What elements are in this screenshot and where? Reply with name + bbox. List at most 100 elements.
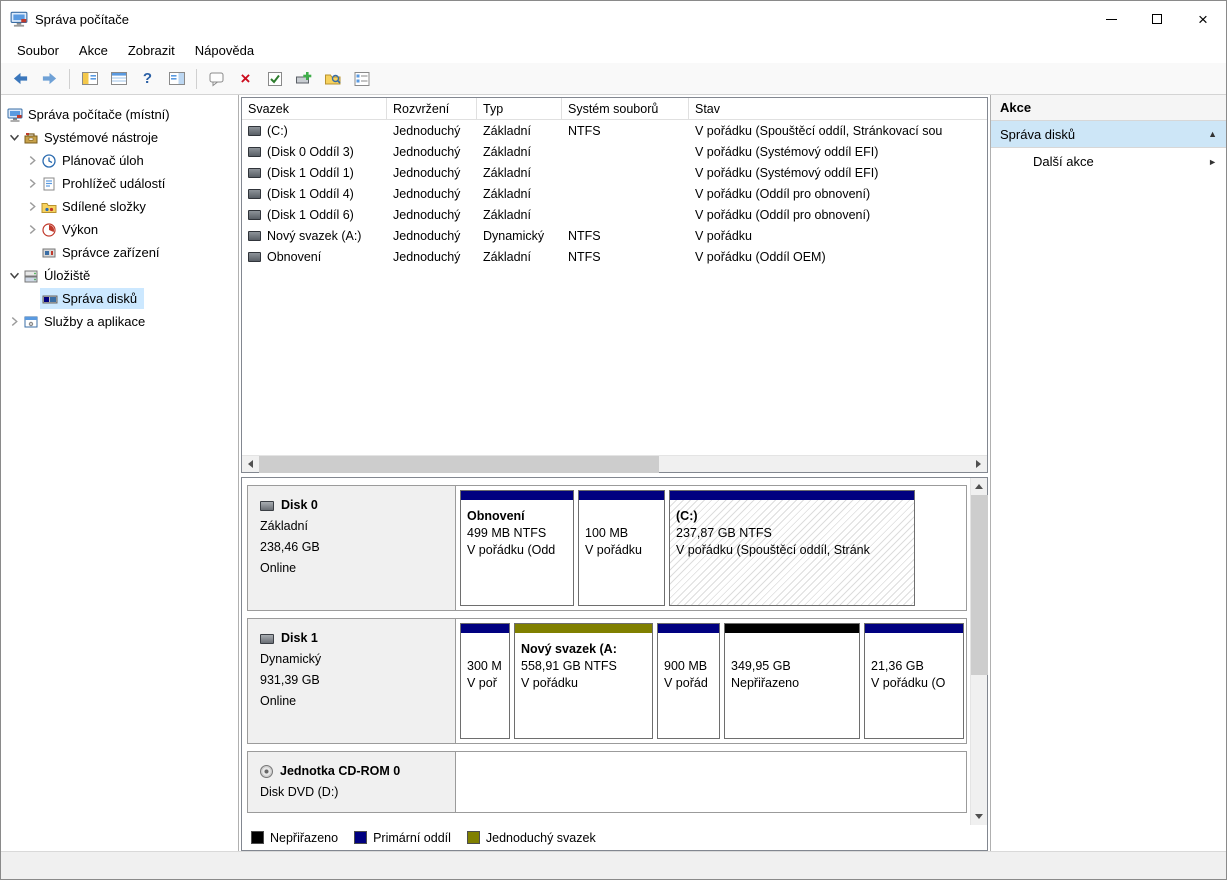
tree-item-device-manager[interactable]: Správce zařízení (1, 241, 238, 264)
volume-row[interactable]: Nový svazek (A:) Jednoduchý Dynamický NT… (242, 225, 987, 246)
collapse-arrow-icon[interactable]: ▲ (1208, 129, 1217, 139)
partition-900mb[interactable]: 900 MB V pořád (657, 623, 720, 739)
tree-item-event-viewer[interactable]: Prohlížeč událostí (1, 172, 238, 195)
delete-volume-button[interactable]: × (232, 66, 259, 92)
partition-efi[interactable]: 100 MB V pořádku (578, 490, 665, 606)
volume-row[interactable]: (C:) Jednoduchý Základní NTFS V pořádku … (242, 120, 987, 141)
export-list-button[interactable] (105, 66, 132, 92)
column-header-layout[interactable]: Rozvržení (387, 98, 477, 119)
legend-item-primary-partition: Primární oddíl (354, 831, 451, 845)
cdrom-info[interactable]: Jednotka CD-ROM 0 Disk DVD (D:) (248, 752, 456, 812)
partition-unallocated[interactable]: 349,95 GB Nepřiřazeno (724, 623, 860, 739)
partition-title: Nový svazek (A: (521, 642, 617, 656)
more-actions-item[interactable]: Další akce ► (991, 148, 1226, 175)
scroll-down-button[interactable] (971, 808, 988, 825)
tree-item-services-apps[interactable]: Služby a aplikace (1, 310, 238, 333)
volume-row[interactable]: Obnovení Jednoduchý Základní NTFS V pořá… (242, 246, 987, 267)
tree-item-task-scheduler[interactable]: Plánovač úloh (1, 149, 238, 172)
legend: Nepřiřazeno Primární oddíl Jednoduchý sv… (242, 825, 987, 850)
help-button[interactable]: ? (134, 66, 161, 92)
collapse-chevron-icon[interactable] (6, 130, 22, 146)
tree-item-computer-management[interactable]: Správa počítače (místní) (1, 103, 238, 126)
properties-button[interactable] (348, 66, 375, 92)
tree-label: Úložiště (44, 268, 91, 283)
partition-21gb[interactable]: 21,36 GB V pořádku (O (864, 623, 964, 739)
column-header-filesystem[interactable]: Systém souborů (562, 98, 689, 119)
show-action-pane-button[interactable] (163, 66, 190, 92)
volume-type: Základní (483, 123, 531, 138)
new-volume-button[interactable] (290, 66, 317, 92)
disk1-info[interactable]: Disk 1 Dynamický 931,39 GB Online (248, 619, 456, 743)
volume-name: (Disk 1 Oddíl 4) (267, 186, 354, 201)
legend-label: Nepřiřazeno (270, 830, 339, 845)
expand-chevron-icon[interactable] (24, 199, 40, 215)
storage-icon (22, 268, 39, 284)
expand-chevron-icon[interactable] (24, 176, 40, 192)
cdrom-partitions (456, 752, 966, 812)
speech-bubble-icon (209, 72, 223, 87)
forward-button[interactable] (36, 66, 63, 92)
tree-item-system-tools[interactable]: Systémové nástroje (1, 126, 238, 149)
disk0-partitions: Obnovení 499 MB NTFS V pořádku (Odd 100 … (456, 486, 966, 610)
menu-file[interactable]: Soubor (7, 39, 69, 62)
expand-chevron-icon[interactable] (24, 153, 40, 169)
scrollbar-thumb[interactable] (259, 455, 659, 473)
list-icon (110, 71, 127, 85)
maximize-button[interactable] (1134, 1, 1180, 37)
tree-item-shared-folders[interactable]: Sdílené složky (1, 195, 238, 218)
tree-item-storage[interactable]: Úložiště (1, 264, 238, 287)
explore-button[interactable] (319, 66, 346, 92)
volume-row[interactable]: (Disk 1 Oddíl 6) Jednoduchý Základní V p… (242, 204, 987, 225)
legend-item-simple-volume: Jednoduchý svazek (466, 830, 596, 845)
scroll-up-button[interactable] (971, 478, 988, 495)
scrollbar-thumb[interactable] (970, 495, 988, 675)
update-info-button[interactable] (203, 66, 230, 92)
disk0-info[interactable]: Disk 0 Základní 238,46 GB Online (248, 486, 456, 610)
mark-active-button[interactable] (261, 66, 288, 92)
volume-row[interactable]: (Disk 1 Oddíl 4) Jednoduchý Základní V p… (242, 183, 987, 204)
minimize-button[interactable] (1088, 1, 1134, 37)
actions-section-disk-management[interactable]: Správa disků ▲ (991, 121, 1226, 148)
legend-label: Jednoduchý svazek (485, 830, 596, 845)
tree-label: Sdílené složky (62, 199, 146, 214)
expand-chevron-icon[interactable] (6, 314, 22, 330)
partition-300mb[interactable]: 300 M V poř (460, 623, 510, 739)
expand-chevron-icon[interactable] (24, 222, 40, 238)
volume-status: V pořádku (695, 228, 752, 243)
collapse-chevron-icon[interactable] (6, 268, 22, 284)
tree-item-disk-management[interactable]: Správa disků (1, 287, 238, 310)
partition-obnoveni[interactable]: Obnovení 499 MB NTFS V pořádku (Odd (460, 490, 574, 606)
volume-filesystem: NTFS (568, 123, 601, 138)
toolbar-separator (196, 68, 197, 89)
horizontal-scrollbar[interactable] (242, 455, 987, 473)
tree-label: Prohlížeč událostí (62, 176, 166, 191)
column-header-type[interactable]: Typ (477, 98, 562, 119)
maximize-icon (1152, 14, 1162, 24)
disk-type: Základní (260, 519, 308, 533)
volume-row[interactable]: (Disk 0 Oddíl 3) Jednoduchý Základní V p… (242, 141, 987, 162)
menu-view[interactable]: Zobrazit (118, 39, 185, 62)
menu-help[interactable]: Nápověda (185, 39, 264, 62)
close-button[interactable]: × (1180, 1, 1226, 37)
checkbox-icon (267, 71, 282, 86)
scroll-right-button[interactable] (970, 456, 987, 473)
partition-color-band (461, 491, 573, 500)
partition-title: Obnovení (467, 509, 525, 523)
column-header-status[interactable]: Stav (689, 98, 987, 119)
partition-novy-svazek[interactable]: Nový svazek (A: 558,91 GB NTFS V pořádku (514, 623, 653, 739)
vertical-scrollbar[interactable] (970, 478, 988, 825)
partition-size: 100 MB (585, 526, 629, 540)
volume-row[interactable]: (Disk 1 Oddíl 1) Jednoduchý Základní V p… (242, 162, 987, 183)
show-console-tree-button[interactable] (76, 66, 103, 92)
column-header-volume[interactable]: Svazek (242, 98, 387, 119)
partition-c[interactable]: (C:) 237,87 GB NTFS V pořádku (Spouštěcí… (669, 490, 915, 606)
tree-label: Správa disků (62, 291, 138, 306)
disk-size: 238,46 GB (260, 540, 320, 554)
back-button[interactable] (7, 66, 34, 92)
scroll-left-button[interactable] (242, 456, 259, 473)
tree-label: Správce zařízení (62, 245, 160, 260)
menu-action[interactable]: Akce (69, 39, 118, 62)
device-manager-icon (40, 245, 57, 261)
tree-item-performance[interactable]: Výkon (1, 218, 238, 241)
title-bar: Správa počítače × (1, 1, 1226, 37)
